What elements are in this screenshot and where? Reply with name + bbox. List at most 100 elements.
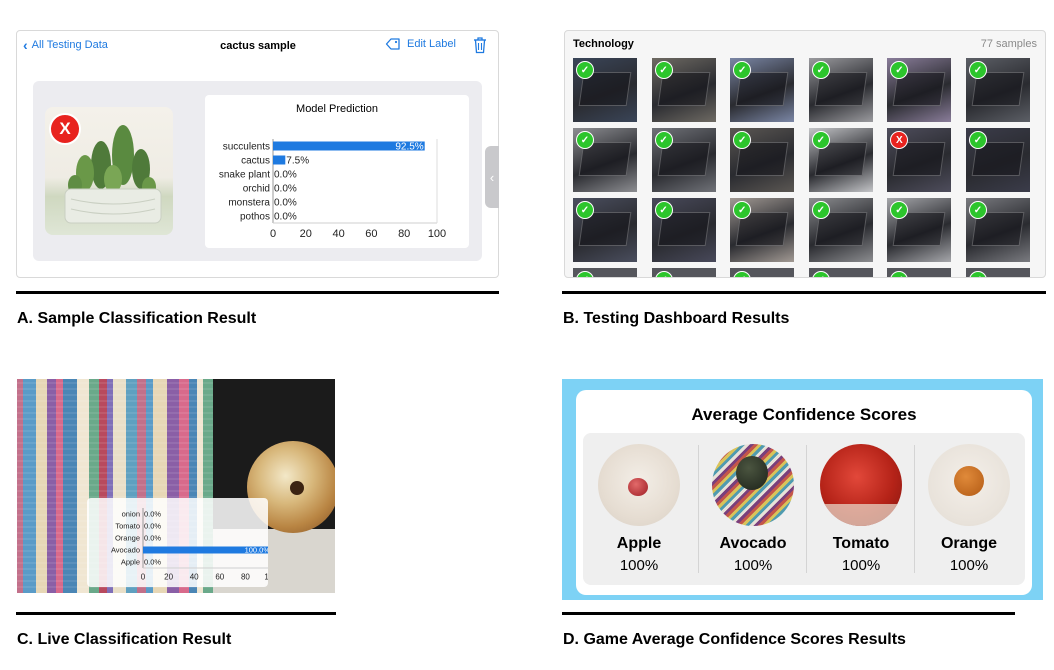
fruit-name: Orange — [940, 535, 997, 552]
checkmark-icon: ✓ — [654, 201, 673, 219]
fruit-name: Apple — [616, 535, 662, 552]
x-tick-label: 60 — [215, 573, 224, 582]
sample-grid: ✓✓✓✓✓✓✓✓✓✓X✓✓✓✓✓✓✓✓✓✓✓✓✓✓✓✓✓✓✓ — [573, 58, 1033, 277]
category-label: snake plant — [219, 170, 270, 181]
sample-thumbnail[interactable]: ✓ — [573, 198, 637, 262]
category-label: monstera — [228, 198, 270, 209]
sample-thumbnail[interactable]: ✓ — [808, 128, 873, 192]
fruit-score-orange: Orange 100% — [915, 433, 1023, 585]
category-label: Apple — [121, 558, 140, 567]
avocado-image — [712, 444, 794, 526]
onion-root-spot — [290, 481, 304, 495]
caption-d: D. Game Average Confidence Scores Result… — [563, 631, 906, 648]
prediction-card: X Model Prediction succulents 92.5% cactus… — [33, 81, 482, 261]
category-label: succulents — [223, 142, 270, 153]
x-tick-label: 100 — [264, 573, 268, 582]
category-label: orchid — [243, 184, 270, 195]
sample-thumbnail[interactable]: ✓ — [808, 268, 873, 277]
orange-image — [928, 444, 1010, 526]
model-prediction-chart: Model Prediction succulents 92.5% cactus 7.… — [205, 95, 469, 248]
value-label: 0.0% — [144, 510, 161, 519]
checkmark-icon: ✓ — [969, 201, 987, 219]
fabric-stripe — [36, 379, 47, 593]
value-label: 0.0% — [144, 522, 161, 531]
fruit-score-tomato: Tomato 100% — [807, 433, 915, 585]
edit-label-button[interactable]: Edit Label — [385, 37, 456, 51]
live-prediction-chart-svg: onion 0.0% Tomato 0.0% Orange 0.0% Avocado 100.… — [111, 508, 278, 582]
checkmark-icon: ✓ — [969, 271, 987, 277]
checkmark-icon: ✓ — [576, 201, 594, 219]
sample-thumbnail[interactable]: ✓ — [887, 268, 952, 277]
sample-thumbnail[interactable]: ✓ — [651, 58, 716, 122]
sample-thumbnail[interactable]: ✓ — [966, 58, 1030, 122]
sample-thumbnail[interactable]: ✓ — [808, 58, 873, 122]
x-tick-label: 40 — [190, 573, 199, 582]
sample-count: 77 samples — [980, 38, 1037, 50]
x-tick-label: 60 — [365, 228, 377, 240]
sample-thumbnail[interactable]: ✓ — [887, 58, 952, 122]
caption-d-rule — [562, 612, 1015, 615]
trash-icon[interactable] — [472, 36, 488, 54]
sample-thumbnail[interactable]: ✓ — [730, 198, 795, 262]
value-label: 0.0% — [274, 212, 297, 223]
sample-thumbnail[interactable]: ✓ — [966, 128, 1030, 192]
x-tick-label: 20 — [300, 228, 312, 240]
sample-thumbnail[interactable]: ✓ — [651, 268, 716, 277]
testing-dashboard-panel: Technology 77 samples ✓ ✓ ✓ ✓ ✓ ✓ ✓ ✓ ✓ ✓ X ✓ ✓ ✓ ✓ ✓ ✓ ✓… — [564, 30, 1046, 278]
checkmark-icon: ✓ — [576, 131, 594, 149]
fruit-score-row: Apple 100% Avocado 100% Tomato 100% Oran… — [583, 433, 1025, 585]
sample-thumbnail[interactable]: ✓ — [730, 58, 795, 122]
x-tick-label: 0 — [270, 228, 276, 240]
fruit-score: 100% — [619, 557, 659, 574]
sample-thumbnail[interactable]: ✓ — [730, 268, 795, 277]
caption-b: B. Testing Dashboard Results — [563, 310, 790, 327]
checkmark-icon: ✓ — [811, 61, 830, 79]
sample-thumbnail[interactable]: ✓ — [808, 198, 873, 262]
x-tick-label: 80 — [398, 228, 410, 240]
fruit-score-avocado: Avocado 100% — [699, 433, 807, 585]
fruit-score: 100% — [949, 557, 989, 574]
fabric-stripe — [47, 379, 56, 593]
confidence-scores-title: Average Confidence Scores — [691, 405, 917, 424]
value-label: 92.5% — [395, 142, 423, 153]
sample-thumbnail[interactable]: ✓ — [966, 198, 1030, 262]
fabric-stripe — [23, 379, 36, 593]
x-tick-label: 80 — [241, 573, 250, 582]
live-prediction-overlay: onion 0.0% Tomato 0.0% Orange 0.0% Avocado 100.… — [87, 498, 278, 587]
sample-thumbnail[interactable]: ✓ — [573, 128, 637, 192]
sample-thumbnail[interactable]: ✓ — [887, 198, 952, 262]
checkmark-icon: ✓ — [811, 131, 830, 149]
caption-b-rule — [562, 291, 1046, 294]
sample-thumbnail[interactable]: ✓ — [651, 198, 716, 262]
fruit-name: Tomato — [832, 535, 890, 552]
incorrect-badge-icon: X — [49, 113, 81, 145]
checkmark-icon: ✓ — [811, 201, 830, 219]
x-tick-label: 0 — [141, 573, 146, 582]
checkmark-icon: ✓ — [811, 271, 830, 277]
value-label: 7.5% — [286, 156, 309, 167]
tag-icon — [385, 38, 400, 50]
confidence-scores-panel: Average Confidence Scores Apple 100% Avo… — [562, 379, 1043, 600]
fruit-score: 100% — [841, 557, 881, 574]
fruit-score-apple: Apple 100% — [585, 433, 693, 585]
sample-thumbnail[interactable]: ✓ — [651, 128, 716, 192]
sample-thumbnail[interactable]: ✓ — [573, 58, 637, 122]
apple-image — [598, 444, 680, 526]
fabric-stripe — [56, 379, 63, 593]
tomato-image — [820, 444, 902, 526]
value-label: 0.0% — [274, 170, 297, 181]
category-label: pothos — [240, 212, 270, 223]
sample-thumbnail[interactable]: ✓ — [573, 268, 637, 277]
value-label: 0.0% — [274, 198, 297, 209]
confidence-scores-card: Average Confidence Scores Apple 100% Avo… — [576, 390, 1032, 595]
sample-thumbnail[interactable]: ✓ — [730, 128, 795, 192]
category-label: Tomato — [115, 522, 140, 531]
prediction-chart-svg: succulents 92.5% cactus 7.5% snake plant 0.0%… — [219, 139, 446, 240]
sample-thumbnail[interactable]: X — [887, 128, 952, 192]
checkmark-icon: ✓ — [733, 271, 752, 277]
sample-classification-panel: ‹ All Testing Data cactus sample Edit La… — [16, 30, 499, 278]
value-label: 0.0% — [144, 558, 161, 567]
data-bar — [273, 155, 286, 165]
sidebar-drag-handle[interactable]: ‹ — [485, 146, 499, 208]
sample-thumbnail[interactable]: ✓ — [966, 268, 1030, 277]
